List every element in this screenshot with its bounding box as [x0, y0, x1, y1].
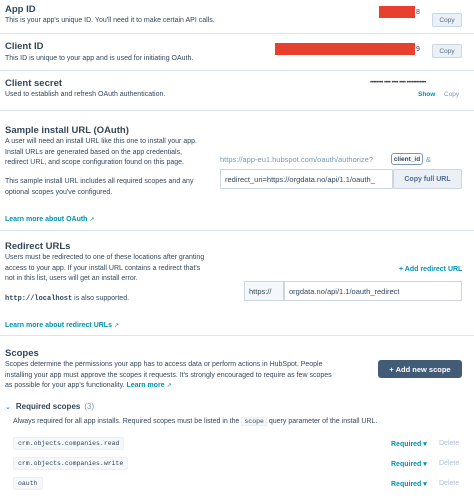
required-scopes-note: Always required for all app installs. Re… [13, 417, 377, 428]
client-id-title: Client ID [5, 41, 44, 52]
app-id-description: This is your app's unique ID. You'll nee… [5, 17, 215, 24]
app-id-value-suffix: 8 [416, 9, 420, 16]
scope-required-dropdown[interactable]: Required ▾ [391, 460, 427, 468]
external-link-icon: ↗ [113, 323, 119, 329]
scope-delete-button[interactable]: Delete [439, 480, 459, 487]
localhost-note: http://localhost is also supported. [5, 294, 129, 305]
client-id-description: This ID is unique to your app and is use… [5, 55, 194, 62]
install-url-ampersand: & [426, 155, 432, 164]
client-secret-show-button[interactable]: Show [418, 91, 435, 98]
scopes-learn-more-link[interactable]: Learn more ↗ [126, 382, 171, 389]
localhost-code: http://localhost [5, 295, 73, 303]
client-id-redacted-value [275, 43, 415, 55]
redirect-urls-title: Redirect URLs [5, 241, 71, 252]
app-id-copy-button[interactable]: Copy [432, 13, 462, 27]
redirect-learn-more-link[interactable]: Learn more about redirect URLs ↗ [5, 314, 119, 332]
redirect-protocol-text: https:// [249, 287, 272, 296]
scope-item-name: crm.objects.companies.read [13, 437, 125, 450]
app-id-redacted-value [379, 6, 415, 18]
redirect-urls-description: Users must be redirected to one of these… [5, 254, 205, 282]
redirect-learn-more-label: Learn more about redirect URLs [5, 322, 112, 329]
copy-full-url-button[interactable]: Copy full URL [393, 169, 462, 189]
scope-delete-button[interactable]: Delete [439, 440, 459, 447]
redirect-protocol-prefix: https:// [244, 281, 284, 301]
required-scopes-toggle[interactable]: ⌄ Required scopes (3) [5, 402, 94, 411]
client-secret-masked: •••••••• •••• •••• •••• •••••••••••• [370, 80, 426, 86]
client-secret-description: Used to establish and refresh OAuth auth… [5, 91, 166, 98]
install-url-field[interactable]: redirect_uri=https://orgdata.no/api/1.1/… [220, 169, 393, 189]
scope-item-name: oauth [13, 477, 43, 490]
app-id-title: App ID [5, 4, 36, 15]
install-url-learn-more-label: Learn more about OAuth [5, 216, 88, 223]
client-secret-copy-button[interactable]: Copy [444, 91, 459, 98]
scope-item-name: crm.objects.companies.write [13, 457, 129, 470]
localhost-text: is also supported. [74, 295, 130, 302]
required-note-pre: Always required for all app installs. Re… [13, 418, 240, 425]
add-new-scope-button[interactable]: + Add new scope [378, 360, 462, 378]
client-secret-title: Client secret [5, 78, 63, 89]
install-url-title: Sample install URL (OAuth) [5, 125, 129, 136]
install-url-description-1: A user will need an install URL like thi… [5, 138, 197, 166]
install-url-prefix: https://app-eu1.hubspot.com/oauth/author… [220, 155, 374, 164]
external-link-icon: ↗ [89, 217, 95, 223]
external-link-icon: ↗ [166, 383, 172, 389]
required-scopes-count: (3) [84, 402, 95, 411]
install-url-description-2: This sample install URL includes all req… [5, 178, 194, 196]
add-redirect-url-button[interactable]: + Add redirect URL [399, 266, 462, 273]
redirect-url-value: orgdata.no/api/1.1/oauth_redirect [289, 287, 400, 296]
required-note-post: query parameter of the install URL. [268, 418, 378, 425]
scopes-title: Scopes [5, 348, 39, 359]
client-id-value-suffix: 9 [416, 46, 420, 53]
scope-required-dropdown[interactable]: Required ▾ [391, 480, 427, 488]
install-url-value: redirect_uri=https://orgdata.no/api/1.1/… [225, 175, 375, 184]
required-scopes-header: Required scopes [15, 402, 81, 411]
scope-delete-button[interactable]: Delete [439, 460, 459, 467]
scope-param-code: scope [241, 417, 267, 426]
scopes-description: Scopes determine the permissions your ap… [5, 360, 335, 392]
scope-required-dropdown[interactable]: Required ▾ [391, 440, 427, 448]
chevron-down-icon: ⌄ [5, 403, 11, 411]
client-id-copy-button[interactable]: Copy [432, 44, 462, 58]
install-url-learn-more-link[interactable]: Learn more about OAuth ↗ [5, 208, 94, 226]
redirect-url-input[interactable]: orgdata.no/api/1.1/oauth_redirect [284, 281, 462, 301]
client-id-chip: client_id [391, 153, 423, 165]
scopes-learn-more-label: Learn more [126, 382, 165, 389]
